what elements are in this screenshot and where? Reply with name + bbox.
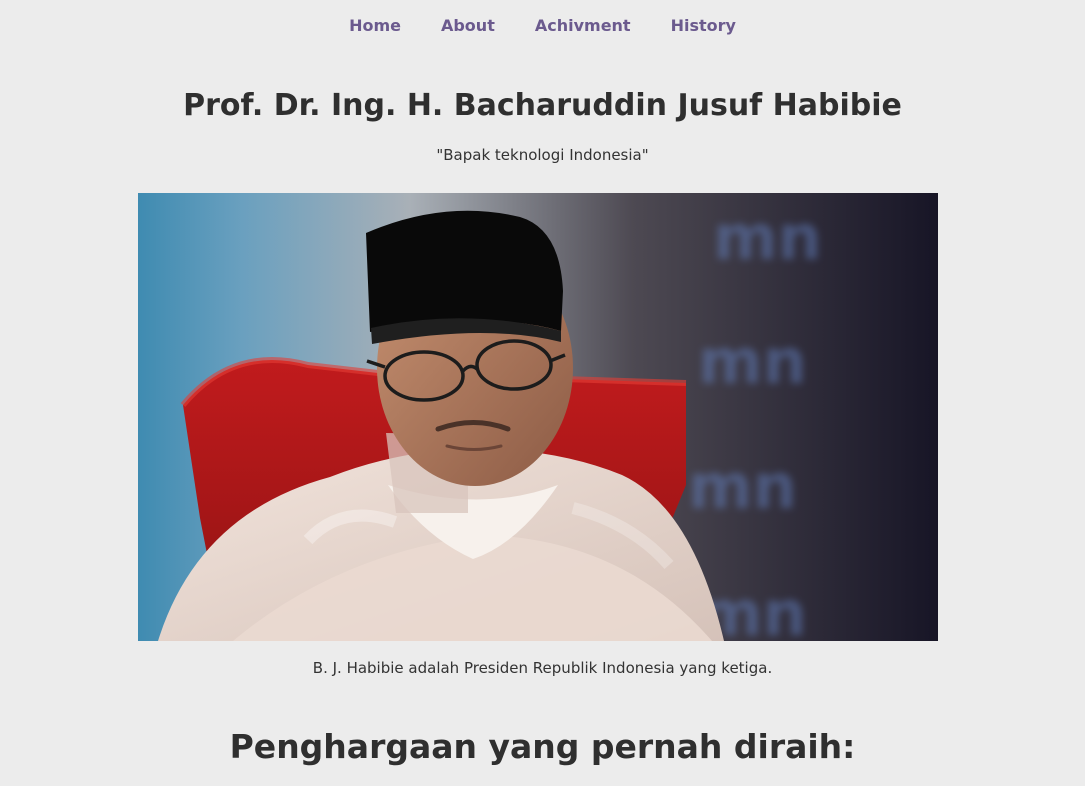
page-title: Prof. Dr. Ing. H. Bacharuddin Jusuf Habi… [183,88,902,123]
nav-home-link[interactable]: Home [349,14,401,38]
page-subtitle: "Bapak teknologi Indonesia" [436,146,649,164]
nav-about-link[interactable]: About [441,14,495,38]
nav-history-link[interactable]: History [671,14,736,38]
svg-text:mn: mn [713,201,822,274]
top-nav: Home About Achivment History [0,14,1085,38]
svg-text:mn: mn [688,450,797,523]
photo-caption: B. J. Habibie adalah Presiden Republik I… [312,659,773,677]
svg-text:mn: mn [698,325,807,398]
section-heading: Penghargaan yang pernah diraih: [229,727,856,766]
nav-achivment-link[interactable]: Achivment [535,14,631,38]
portrait-photo: mn mn mn mn [138,193,938,641]
